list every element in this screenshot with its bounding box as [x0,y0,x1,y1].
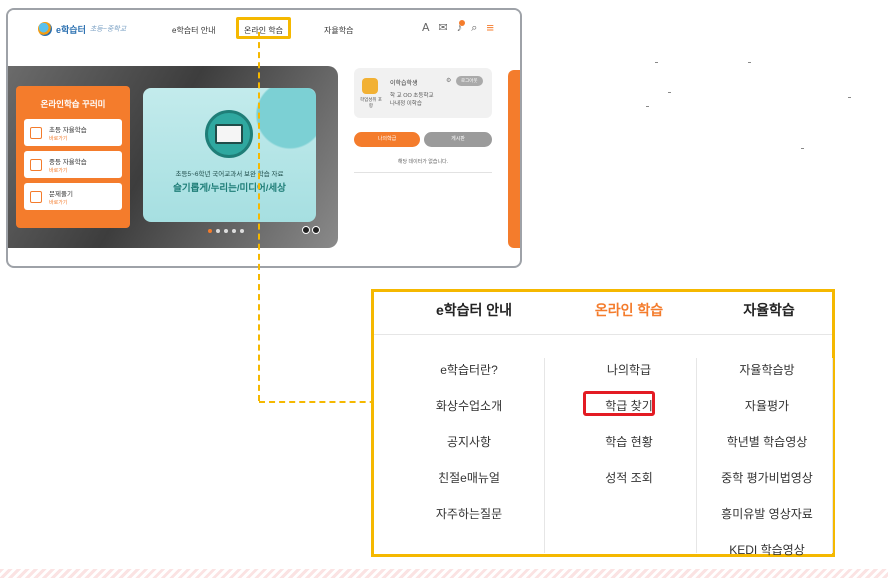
menu-item-video-class-intro[interactable]: 화상수업소개 [394,388,544,424]
carousel-dot[interactable] [224,229,228,233]
menu-item-self-study-room[interactable]: 자율학습방 [704,352,830,388]
artifact-speck [748,62,751,63]
package-item-middle[interactable]: 중등 자율학습 바로가기 [24,151,122,178]
menu-column-info: e학습터란? 화상수업소개 공지사항 친절e매뉴얼 자주하는질문 [394,352,544,532]
package-item-link: 바로가기 [49,135,68,142]
profile-school-row: 학 교 OO 초등학교 [390,91,434,99]
package-item-title: 문제풀기 [49,190,73,198]
profile-card: 학업성취 포항 이학습학생 ⚙ 로그아웃 학 교 OO 초등학교 나내정 이학습 [354,68,492,118]
site-logo[interactable]: e학습터 초등~중학교 [38,22,126,36]
site-screenshot-frame: e학습터 초등~중학교 e학습터 안내 온라인 학습 자율학습 𝖠 ✉ ♪ ⌕ … [6,8,522,268]
user-icon[interactable]: 𝖠 [422,22,430,34]
carousel-play-icon[interactable] [302,226,310,234]
mega-menu-panel: e학습터 안내 온라인 학습 자율학습 e학습터란? 화상수업소개 공지사항 친… [371,289,835,557]
artifact-speck [848,97,851,98]
class-value: 이학습 [406,101,422,107]
avatar-caption: 학업성취 포항 [360,97,382,108]
pencil-icon [30,190,42,203]
nav-highlight-box [236,17,291,39]
package-item-title: 중등 자율학습 [49,158,87,166]
top-bar: e학습터 초등~중학교 e학습터 안내 온라인 학습 자율학습 𝖠 ✉ ♪ ⌕ … [8,10,520,54]
carousel-dot[interactable] [232,229,236,233]
menu-item-grades[interactable]: 성적 조회 [554,460,704,496]
artifact-speck [646,106,649,107]
carousel-dot[interactable] [240,229,244,233]
logo-subtext: 초등~중학교 [89,26,127,33]
menu-column-self-study: 자율학습방 자율평가 학년별 학습영상 중학 평가비법영상 흥미유발 영상자료 … [704,352,830,568]
avatar [362,78,378,94]
online-learning-package-card: 온라인학습 꾸러미 초등 자율학습 바로가기 중등 자율학습 바로가기 문제풀기 [16,86,130,228]
connector-line-vertical [258,32,260,401]
logo-mark-icon [38,22,52,36]
menu-column-online: 나의학급 학급 찾기 학습 현황 성적 조회 [554,352,704,496]
menu-item-interest-videos[interactable]: 흥미유발 영상자료 [704,496,830,532]
column-divider [544,358,545,553]
notification-dot [459,20,466,26]
package-card-title: 온라인학습 꾸러미 [40,99,106,109]
package-item-title: 초등 자율학습 [49,126,87,134]
profile-class-row: 나내정 이학습 [390,99,422,107]
toolbar-icons: 𝖠 ✉ ♪ ⌕ ≡ [422,20,494,34]
package-item-quiz[interactable]: 문제풀기 바로가기 [24,183,122,210]
banner-subtitle: 초등5~6학년 국어교과서 보완 학습 자료 [175,171,284,178]
menu-column-header-online[interactable]: 온라인 학습 [554,300,704,320]
profile-name: 이학습학생 [390,81,418,87]
carousel-dot[interactable] [208,229,212,233]
tablet-illustration-icon [205,110,253,158]
book-icon [30,158,42,171]
menu-icon[interactable]: ≡ [486,21,494,34]
menu-item-kedi-videos[interactable]: KEDI 학습영상 [704,532,830,568]
divider [354,172,492,173]
menu-item-learning-status[interactable]: 학습 현황 [554,424,704,460]
promo-banner[interactable]: 초등5~6학년 국어교과서 보완 학습 자료 슬기롭게/누리는/미디어/세상 [143,88,316,222]
carousel-pause-icon[interactable] [312,226,320,234]
bottom-decorative-strip [0,569,888,578]
carousel-dot[interactable] [216,229,220,233]
nav-item-self-study[interactable]: 자율학습 [324,25,353,36]
side-accent-stripe [508,70,520,248]
board-button[interactable]: 게시판 [424,132,492,147]
gear-icon[interactable]: ⚙ [446,77,451,84]
hero-section: 온라인학습 꾸러미 초등 자율학습 바로가기 중등 자율학습 바로가기 문제풀기 [8,66,338,248]
package-item-link: 바로가기 [49,199,68,206]
menu-item-what-is-elearning[interactable]: e학습터란? [394,352,544,388]
package-item-elementary[interactable]: 초등 자율학습 바로가기 [24,119,122,146]
menu-item-grade-videos[interactable]: 학년별 학습영상 [704,424,830,460]
package-item-link: 바로가기 [49,167,68,174]
my-class-button[interactable]: 나의학급 [354,132,420,147]
logout-button[interactable]: 로그아웃 [456,76,483,86]
menu-item-middle-exam-videos[interactable]: 중학 평가비법영상 [704,460,830,496]
carousel-dots [208,229,244,233]
column-divider [832,358,833,553]
book-icon [30,126,42,139]
menu-item-manual[interactable]: 친절e매뉴얼 [394,460,544,496]
no-data-message: 해당 데이터가 없습니다. [397,159,449,165]
banner-title: 슬기롭게/누리는/미디어/세상 [173,183,286,194]
artifact-speck [801,148,804,149]
menu-item-self-assessment[interactable]: 자율평가 [704,388,830,424]
menu-header-divider [374,334,832,335]
artifact-speck [655,62,658,63]
carousel-controls [302,226,320,234]
bell-icon[interactable]: ♪ [457,20,466,34]
menu-column-header-info[interactable]: e학습터 안내 [394,300,554,320]
nav-item-elearning-info[interactable]: e학습터 안내 [172,25,215,36]
artifact-speck [668,92,671,93]
class-label: 나내정 [390,101,406,107]
menu-item-faq[interactable]: 자주하는질문 [394,496,544,532]
menu-item-my-class[interactable]: 나의학급 [554,352,704,388]
message-icon[interactable]: ✉ [439,22,448,34]
menu-column-header-self-study[interactable]: 자율학습 [704,300,834,320]
find-class-highlight-box [583,391,655,416]
menu-item-notices[interactable]: 공지사항 [394,424,544,460]
search-icon[interactable]: ⌕ [471,22,477,34]
logo-text: e학습터 [56,24,86,35]
